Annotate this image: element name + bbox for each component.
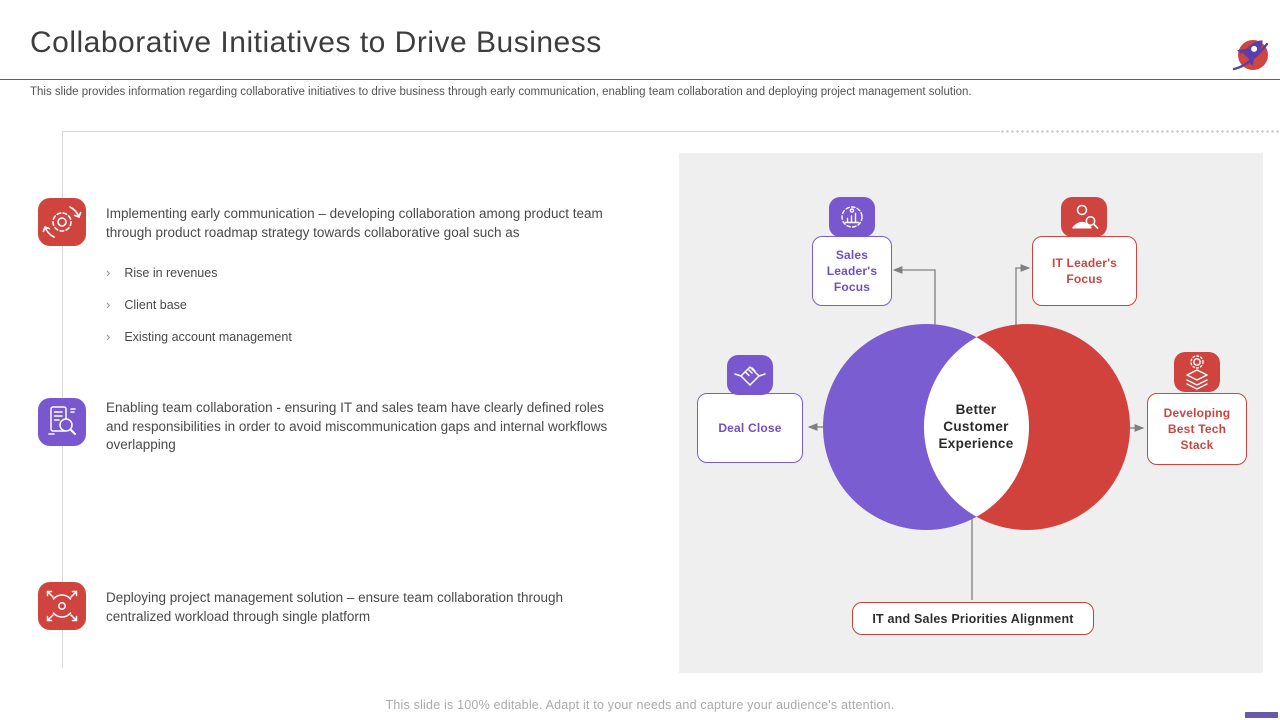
- gear-sync-icon: [38, 198, 86, 246]
- rocket-logo-icon: [1229, 33, 1275, 79]
- bullet-text: Rise in revenues: [124, 266, 218, 280]
- bullet-text: Existing account management: [124, 330, 292, 344]
- item-text: Enabling team collaboration - ensuring I…: [106, 400, 608, 452]
- callout-label: Developing Best Tech Stack: [1163, 406, 1231, 452]
- venn-diagram-panel: Better Customer Experience Sales Leader'…: [679, 153, 1263, 673]
- callout-label: IT Leader's Focus: [1051, 256, 1118, 286]
- content-frame-dotted-line: [1000, 129, 1280, 134]
- slide: Collaborative Initiatives to Drive Busin…: [0, 0, 1280, 720]
- deploy-icon: [38, 582, 86, 630]
- list-item: › Existing account management: [106, 329, 292, 344]
- venn-center-label: Better Customer Experience: [938, 402, 1014, 451]
- callout-sales-leaders-focus: Sales Leader's Focus: [812, 236, 892, 306]
- list-item: › Client base: [106, 297, 187, 312]
- slide-subtitle: This slide provides information regardin…: [30, 86, 972, 98]
- callout-label: Deal Close: [718, 421, 782, 435]
- alignment-label: IT and Sales Priorities Alignment: [872, 611, 1074, 626]
- callout-it-leaders-focus: IT Leader's Focus: [1032, 236, 1137, 306]
- person-search-icon: [1061, 197, 1107, 237]
- callout-label: Sales Leader's Focus: [826, 248, 878, 294]
- item-text: Implementing early communication – devel…: [106, 206, 603, 240]
- content-frame-top-line: [62, 131, 1000, 132]
- list-item: › Rise in revenues: [106, 265, 217, 280]
- callout-developing-best-tech-stack: Developing Best Tech Stack: [1147, 393, 1247, 465]
- title-divider: [0, 79, 1280, 80]
- chevron-bullet-icon: ›: [106, 265, 111, 280]
- corner-accent-bar: [1245, 712, 1278, 718]
- editable-note: This slide is 100% editable. Adapt it to…: [385, 698, 895, 712]
- handshake-icon: [727, 355, 773, 395]
- gear-chart-icon: [829, 197, 875, 237]
- callout-deal-close: Deal Close: [697, 393, 803, 463]
- chevron-bullet-icon: ›: [106, 329, 111, 344]
- chevron-bullet-icon: ›: [106, 297, 111, 312]
- item-text: Deploying project management solution – …: [106, 590, 564, 624]
- team-audit-icon: [38, 398, 86, 446]
- bullet-text: Client base: [124, 298, 187, 312]
- alignment-label-box: IT and Sales Priorities Alignment: [852, 602, 1094, 635]
- page-title: Collaborative Initiatives to Drive Busin…: [30, 26, 602, 59]
- tech-stack-icon: [1174, 352, 1220, 392]
